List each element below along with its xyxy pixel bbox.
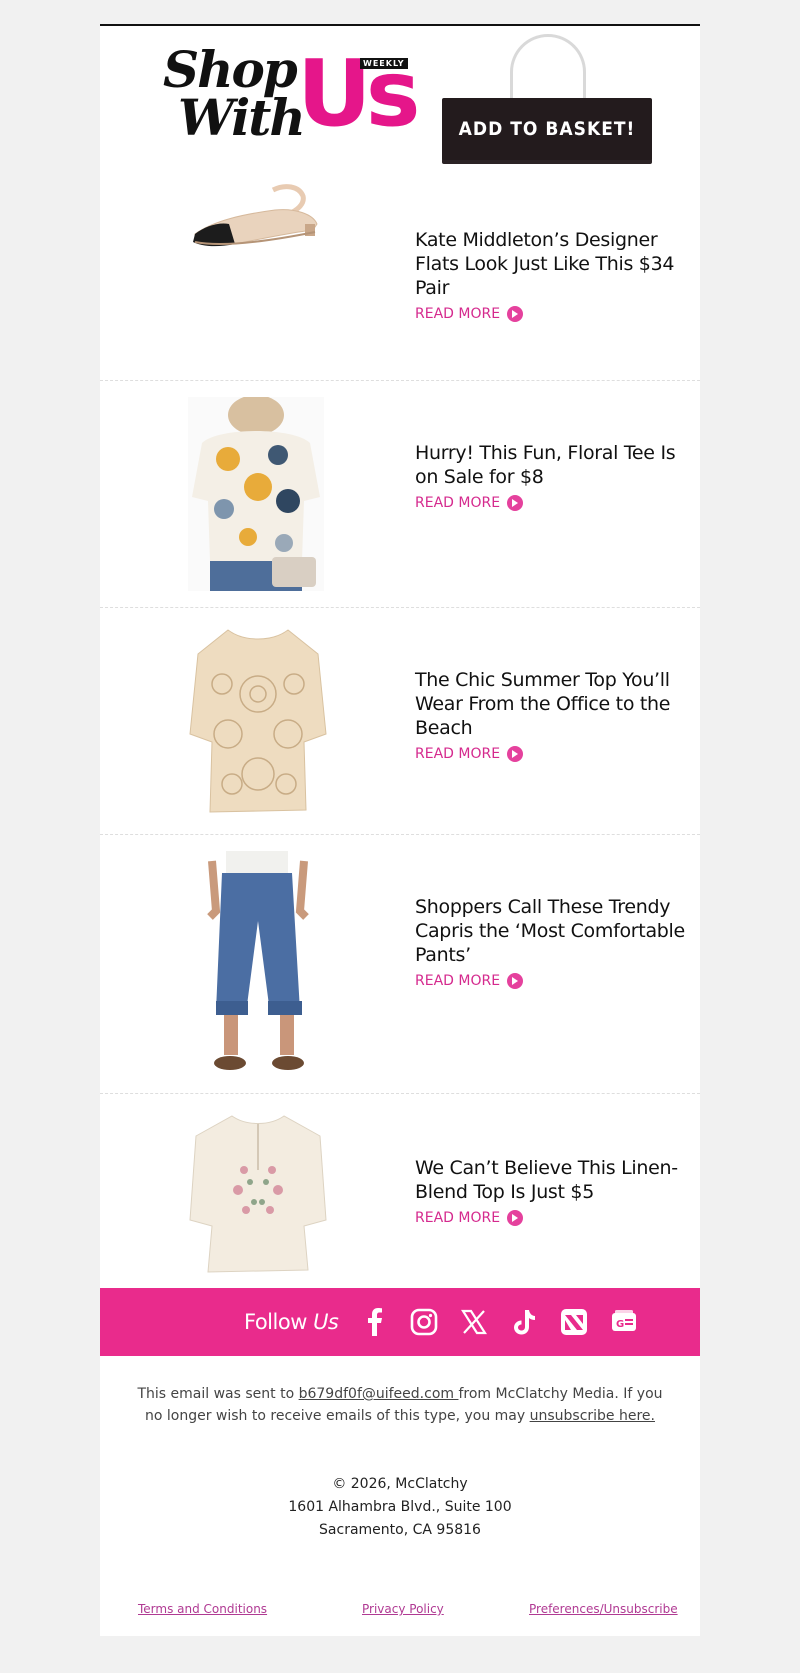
address-line-2: Sacramento, CA 95816 (319, 1522, 481, 1538)
article-item: Hurry! This Fun, Floral Tee Is on Sale f… (100, 381, 700, 608)
floral-tee-image[interactable] (188, 395, 324, 591)
chevron-right-icon (507, 973, 524, 989)
read-more-link[interactable]: READ MORE (415, 495, 524, 511)
preferences-unsubscribe-link[interactable]: Preferences/Unsubscribe (529, 1602, 678, 1616)
privacy-policy-link[interactable]: Privacy Policy (362, 1602, 444, 1616)
article-text: Hurry! This Fun, Floral Tee Is on Sale f… (415, 441, 697, 511)
recipient-email-link[interactable]: b679df0f@uifeed.com (299, 1386, 459, 1402)
logo-with-text: With (178, 88, 306, 147)
chevron-right-icon (507, 306, 524, 322)
chevron-right-icon (507, 1210, 524, 1226)
unsubscribe-link[interactable]: unsubscribe here. (530, 1408, 655, 1424)
svg-text:G: G (616, 1319, 624, 1330)
logo-weekly-tag: WEEKLY (360, 58, 408, 69)
chevron-right-icon (507, 495, 524, 511)
read-more-label: READ MORE (415, 746, 501, 762)
article-title[interactable]: Kate Middleton’s Designer Flats Look Jus… (415, 228, 697, 300)
read-more-link[interactable]: READ MORE (415, 973, 524, 989)
shop-with-us-logo[interactable]: Shop With Us WEEKLY (160, 40, 420, 150)
crochet-top-image[interactable] (188, 624, 328, 820)
google-news-icon[interactable]: G (608, 1306, 640, 1338)
read-more-label: READ MORE (415, 973, 501, 989)
read-more-label: READ MORE (415, 1210, 501, 1226)
article-item: Shoppers Call These Trendy Capris the ‘M… (100, 835, 700, 1094)
follow-us-label: Follow Us (244, 1310, 339, 1334)
slingback-flat-image[interactable] (185, 184, 325, 254)
header-banner[interactable]: Shop With Us WEEKLY ADD TO BASKET! (100, 26, 700, 176)
email-container: Shop With Us WEEKLY ADD TO BASKET! Kate … (100, 24, 700, 1636)
add-to-basket-label: ADD TO BASKET! (458, 118, 636, 140)
capri-pants-image[interactable] (186, 851, 328, 1079)
read-more-label: READ MORE (415, 306, 501, 322)
article-item: Kate Middleton’s Designer Flats Look Jus… (100, 176, 700, 381)
article-text: The Chic Summer Top You’ll Wear From the… (415, 668, 697, 762)
article-title[interactable]: Hurry! This Fun, Floral Tee Is on Sale f… (415, 441, 697, 489)
copyright-text: © 2026, McClatchy (332, 1476, 468, 1492)
notice-prefix: This email was sent to (137, 1386, 299, 1402)
read-more-link[interactable]: READ MORE (415, 746, 524, 762)
article-title[interactable]: Shoppers Call These Trendy Capris the ‘M… (415, 895, 697, 967)
linen-top-image[interactable] (188, 1110, 328, 1278)
chevron-right-icon (507, 746, 524, 762)
read-more-link[interactable]: READ MORE (415, 306, 524, 322)
terms-link[interactable]: Terms and Conditions (138, 1602, 267, 1616)
instagram-icon[interactable] (408, 1306, 440, 1338)
article-title[interactable]: The Chic Summer Top You’ll Wear From the… (415, 668, 697, 740)
read-more-link[interactable]: READ MORE (415, 1210, 524, 1226)
article-text: Shoppers Call These Trendy Capris the ‘M… (415, 895, 697, 989)
tiktok-icon[interactable] (508, 1306, 540, 1338)
facebook-icon[interactable] (358, 1306, 390, 1338)
article-text: We Can’t Believe This Linen-Blend Top Is… (415, 1156, 697, 1226)
follow-us-bar: Follow Us G (100, 1288, 700, 1356)
shopping-bag-graphic[interactable]: ADD TO BASKET! (442, 34, 654, 172)
x-icon[interactable] (458, 1306, 490, 1338)
article-title[interactable]: We Can’t Believe This Linen-Blend Top Is… (415, 1156, 697, 1204)
footer-notice: This email was sent to b679df0f@uifeed.c… (130, 1383, 670, 1427)
read-more-label: READ MORE (415, 495, 501, 511)
bag-handle (510, 34, 586, 104)
article-item: We Can’t Believe This Linen-Blend Top Is… (100, 1094, 700, 1290)
address-line-1: 1601 Alhambra Blvd., Suite 100 (288, 1499, 512, 1515)
article-item: The Chic Summer Top You’ll Wear From the… (100, 608, 700, 835)
footer-links: Terms and Conditions Privacy Policy Pref… (100, 1602, 700, 1622)
follow-us-text: Us (313, 1310, 339, 1334)
company-address: © 2026, McClatchy 1601 Alhambra Blvd., S… (100, 1473, 700, 1542)
follow-text: Follow (244, 1310, 307, 1334)
apple-news-icon[interactable] (558, 1306, 590, 1338)
article-text: Kate Middleton’s Designer Flats Look Jus… (415, 228, 697, 322)
